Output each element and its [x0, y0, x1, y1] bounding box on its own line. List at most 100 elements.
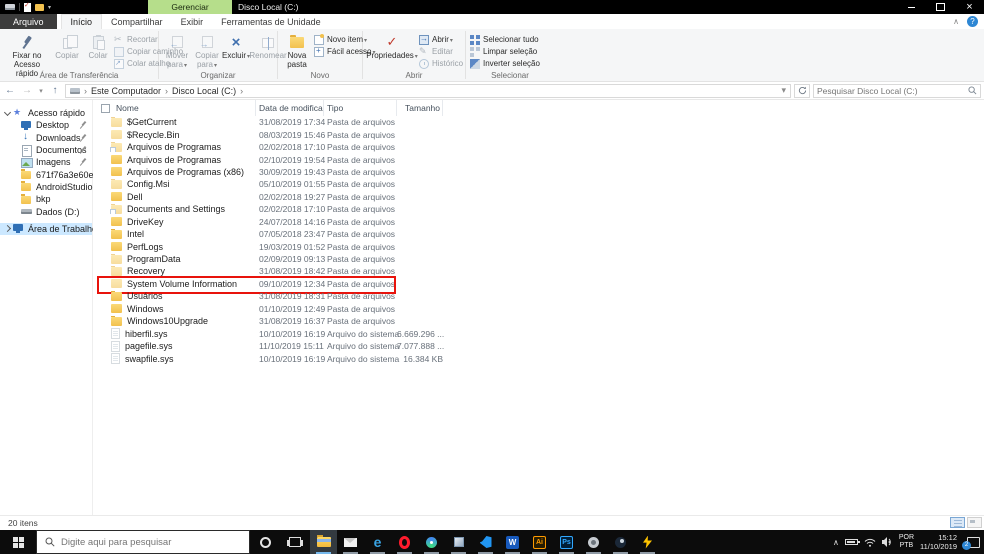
forward-icon[interactable]: → [20, 85, 34, 96]
breadcrumb-item-disco-local[interactable]: Disco Local (C:) [172, 86, 236, 96]
tab-ferramentas-de-unidade[interactable]: Ferramentas de Unidade [212, 14, 330, 29]
tree-chevron-icon[interactable] [3, 112, 13, 115]
taskbar-app-icon[interactable] [445, 530, 472, 554]
maximize-button[interactable] [926, 0, 955, 14]
customize-toolbar-arrow-icon[interactable]: ▾ [48, 4, 51, 11]
taskbar-app-icon[interactable]: e [364, 530, 391, 554]
file-row[interactable]: $Recycle.Bin 08/03/2019 15:46 Pasta de a… [93, 128, 984, 140]
action-center-icon[interactable]: 2 [962, 536, 980, 550]
sidebar-item[interactable]: bkp [0, 193, 92, 205]
collapse-ribbon-icon[interactable]: ∧ [953, 17, 959, 26]
taskbar-app-icon[interactable] [310, 530, 337, 554]
file-row[interactable]: PerfLogs 19/03/2019 01:52 Pasta de arqui… [93, 240, 984, 252]
file-row[interactable]: hiberfil.sys 10/10/2019 16:19 Arquivo do… [93, 327, 984, 340]
file-row[interactable]: Arquivos de Programas 02/02/2018 17:10 P… [93, 141, 984, 153]
recent-locations-arrow-icon[interactable]: ▾ [37, 87, 45, 95]
taskbar-app-icon[interactable]: Ps [553, 530, 580, 554]
taskbar-app-icon[interactable] [337, 530, 364, 554]
clear-selection-button[interactable]: Limpar seleção [470, 46, 540, 57]
taskbar-search-box[interactable] [36, 530, 250, 554]
search-box[interactable] [813, 83, 981, 98]
file-row[interactable]: pagefile.sys 11/10/2019 15:11 Arquivo do… [93, 340, 984, 352]
minimize-button[interactable] [897, 0, 926, 14]
refresh-button[interactable] [794, 83, 810, 98]
context-tab-gerenciar[interactable]: Gerenciar [148, 0, 232, 14]
taskbar-app-icon[interactable] [580, 530, 607, 554]
tab-exibir[interactable]: Exibir [172, 14, 213, 29]
sidebar-item[interactable]: 671f76a3e60eaec4 [0, 168, 113, 180]
start-button[interactable] [0, 530, 36, 554]
taskbar-app-icon[interactable] [391, 530, 418, 554]
new-folder-button[interactable]: Nova pasta [282, 32, 312, 70]
taskbar-app-icon[interactable]: W [499, 530, 526, 554]
file-row[interactable]: Dell 02/02/2018 19:27 Pasta de arquivos [93, 191, 984, 203]
search-input[interactable] [817, 85, 968, 96]
file-row[interactable]: Arquivos de Programas (x86) 30/09/2019 1… [93, 166, 984, 178]
taskbar-app-icon[interactable] [472, 530, 499, 554]
file-row[interactable]: Recovery 31/08/2019 18:42 Pasta de arqui… [93, 265, 984, 277]
sidebar-item[interactable]: AndroidStudioProje [0, 181, 114, 193]
tree-chevron-icon[interactable] [3, 226, 13, 231]
new-folder-quick-icon[interactable] [35, 3, 44, 11]
properties-button[interactable]: ✓ Propriedades [366, 32, 417, 61]
close-button[interactable] [955, 0, 984, 14]
file-row[interactable]: Windows10Upgrade 31/08/2019 16:37 Pasta … [93, 315, 984, 327]
column-header-date[interactable]: Data de modificaç... [256, 100, 324, 116]
file-row[interactable]: ProgramData 02/09/2019 09:13 Pasta de ar… [93, 253, 984, 265]
file-row[interactable]: Config.Msi 05/10/2019 01:55 Pasta de arq… [93, 178, 984, 190]
language-indicator[interactable]: POR PTB [899, 534, 914, 551]
help-icon[interactable]: ? [967, 16, 978, 27]
tab-inicio[interactable]: Início [60, 14, 103, 29]
wifi-icon[interactable] [864, 538, 876, 547]
select-all-checkbox[interactable] [101, 103, 110, 113]
taskbar-app-icon[interactable]: Ai [526, 530, 553, 554]
address-dropdown-arrow-icon[interactable]: ▾ [781, 85, 786, 96]
taskbar-app-icon[interactable] [634, 530, 661, 554]
column-header-name[interactable]: Nome [101, 100, 256, 116]
back-icon[interactable]: ← [3, 85, 17, 96]
open-button[interactable]: Abrir [419, 34, 463, 45]
file-row[interactable]: Documents and Settings 02/02/2018 17:10 … [93, 203, 984, 215]
file-row[interactable]: Windows 01/10/2019 12:49 Pasta de arquiv… [93, 303, 984, 315]
cortana-button[interactable] [250, 530, 280, 554]
volume-icon[interactable] [881, 537, 893, 547]
edit-button[interactable]: Editar [419, 46, 463, 57]
history-button[interactable]: Histórico [419, 58, 463, 69]
properties-quick-icon[interactable] [24, 1, 31, 12]
clock[interactable]: 15:12 11/10/2019 [920, 533, 957, 552]
file-row[interactable]: $GetCurrent 31/08/2019 17:34 Pasta de ar… [93, 116, 984, 128]
task-view-button[interactable] [280, 530, 310, 554]
sidebar-item[interactable]: Desktop [0, 119, 92, 131]
column-header-type[interactable]: Tipo [324, 100, 397, 116]
tray-chevron-up-icon[interactable]: ∧ [833, 538, 839, 547]
column-header-size[interactable]: Tamanho [397, 100, 443, 116]
breadcrumb-item-este-computador[interactable]: Este Computador [91, 86, 161, 96]
file-row[interactable]: System Volume Information 09/10/2019 12:… [93, 276, 984, 295]
sidebar-item[interactable]: Área de Trabalho [0, 222, 97, 235]
tab-arquivo[interactable]: Arquivo [0, 14, 57, 29]
taskbar-app-icon[interactable] [607, 530, 634, 554]
file-row[interactable]: swapfile.sys 10/10/2019 16:19 Arquivo do… [93, 352, 984, 365]
tab-compartilhar[interactable]: Compartilhar [102, 14, 172, 29]
taskbar-search-input[interactable] [61, 536, 249, 548]
sidebar-item[interactable]: Dados (D:) [0, 205, 92, 217]
breadcrumb[interactable]: Este Computador Disco Local (C:) ▾ [65, 83, 791, 98]
invert-selection-button[interactable]: Inverter seleção [470, 58, 540, 69]
copy-to-button[interactable]: Copiar para [193, 32, 221, 70]
select-all-button[interactable]: Selecionar tudo [470, 34, 540, 45]
sidebar-item[interactable]: Imagens [0, 156, 92, 168]
move-to-button[interactable]: Mover para [163, 32, 191, 70]
taskbar-app-icon[interactable] [418, 530, 445, 554]
file-row[interactable]: Arquivos de Programas 02/10/2019 19:54 P… [93, 153, 984, 165]
up-icon[interactable]: ↑ [48, 85, 62, 96]
paste-button[interactable]: Colar [84, 32, 112, 61]
sidebar-item[interactable]: Documentos [0, 144, 92, 157]
thumbnails-view-button[interactable] [967, 517, 982, 528]
sidebar-item[interactable]: Acesso rápido [0, 107, 92, 119]
file-row[interactable]: Usuários 31/08/2019 18:31 Pasta de arqui… [93, 290, 984, 302]
sidebar-item[interactable]: Downloads [0, 131, 92, 144]
file-row[interactable]: DriveKey 24/07/2018 14:16 Pasta de arqui… [93, 216, 984, 228]
battery-icon[interactable] [844, 539, 860, 545]
copy-button[interactable]: Copiar [52, 32, 82, 61]
details-view-button[interactable] [950, 517, 965, 528]
